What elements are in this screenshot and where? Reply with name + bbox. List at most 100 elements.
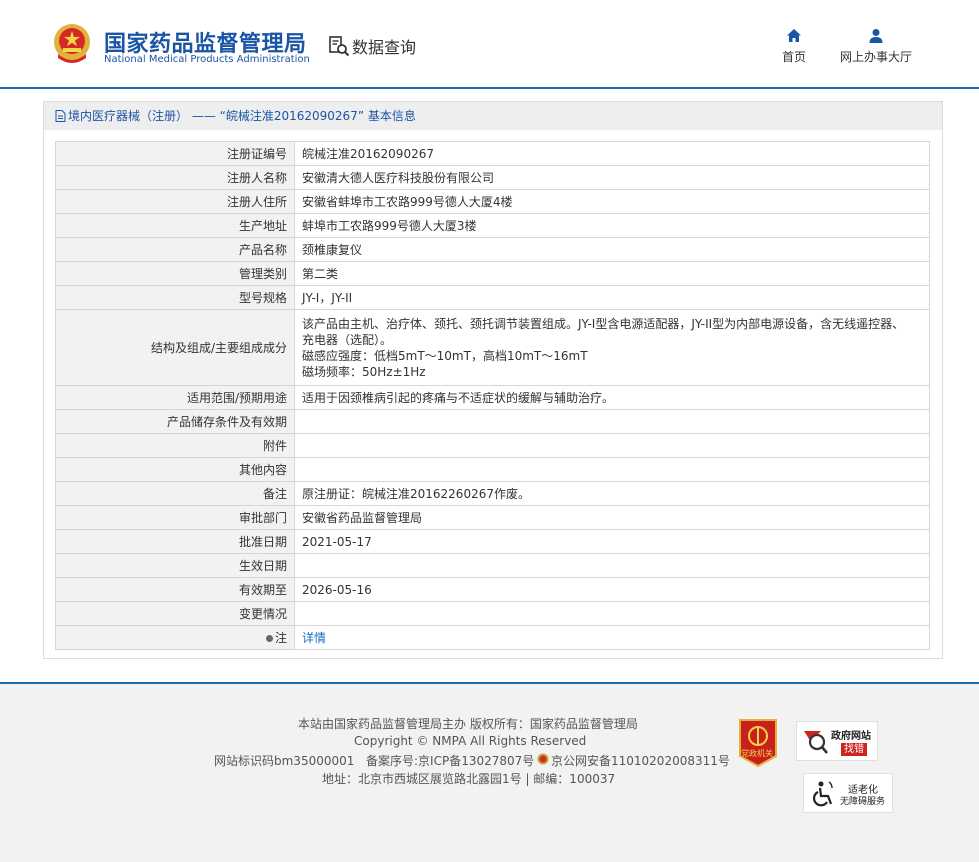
table-row: 生产地址 蚌埠市工农路999号德人大厦3楼 <box>55 213 930 238</box>
party-government-badge[interactable]: 党政机关 <box>738 718 778 768</box>
breadcrumb: 境内医疗器械（注册） —— “皖械注准20162090267” 基本信息 <box>44 102 942 130</box>
header-divider <box>0 87 979 89</box>
note-label-cell: 注 <box>55 625 295 650</box>
national-emblem-icon <box>54 24 90 63</box>
field-value <box>294 553 930 578</box>
field-value: 颈椎康复仪 <box>294 237 930 262</box>
table-row: 注册人名称 安徽清大德人医疗科技股份有限公司 <box>55 165 930 190</box>
table-row: 注册人住所 安徽省蚌埠市工农路999号德人大厦4楼 <box>55 189 930 214</box>
field-label: 注册人名称 <box>55 165 295 190</box>
data-query-title[interactable]: 数据查询 <box>328 34 416 58</box>
table-row: 变更情况 <box>55 601 930 626</box>
table-row: 注 详情 <box>55 625 930 650</box>
data-search-icon <box>329 36 350 57</box>
user-icon <box>869 29 883 43</box>
footer-sponsor: 本站由国家药品监督管理局主办 版权所有：国家药品监督管理局 <box>298 717 638 731</box>
accessibility-badge[interactable]: 适老化 无障碍服务 <box>803 773 893 813</box>
gov-website-error-badge[interactable]: 政府网站 找错 <box>796 721 878 761</box>
site-header: 国家药品监督管理局 National Medical Products Admi… <box>0 0 979 89</box>
structure-line: 磁感应强度：低档5mT～10mT，高档10mT～16mT <box>302 348 588 363</box>
footer-address: 地址：北京市西城区展览路北露园1号 | 邮编：100037 <box>322 772 616 786</box>
table-row: 有效期至 2026-05-16 <box>55 577 930 602</box>
site-footer: 本站由国家药品监督管理局主办 版权所有：国家药品监督管理局 Copyright … <box>0 684 979 862</box>
field-value: 安徽省药品监督管理局 <box>294 505 930 530</box>
field-value: 2026-05-16 <box>294 577 930 602</box>
field-label: 变更情况 <box>55 601 295 626</box>
field-label: 生效日期 <box>55 553 295 578</box>
field-value: JY-I，JY-II <box>294 285 930 310</box>
table-row: 适用范围/预期用途 适用于因颈椎病引起的疼痛与不适症状的缓解与辅助治疗。 <box>55 385 930 410</box>
field-label: 有效期至 <box>55 577 295 602</box>
field-label: 附件 <box>55 433 295 458</box>
field-value: 2021-05-17 <box>294 529 930 554</box>
field-label: 审批部门 <box>55 505 295 530</box>
field-label: 注 <box>274 630 287 645</box>
field-label: 型号规格 <box>55 285 295 310</box>
structure-line: 充电器（选配）。 <box>302 332 393 347</box>
wheelchair-icon <box>813 781 833 807</box>
field-value: 皖械注准20162090267 <box>294 141 930 166</box>
table-row: 备注 原注册证：皖械注准20162260267作废。 <box>55 481 930 506</box>
field-value <box>294 601 930 626</box>
field-value: 第二类 <box>294 261 930 286</box>
police-emblem-icon <box>537 753 549 765</box>
table-row: 其他内容 <box>55 457 930 482</box>
field-value: 安徽省蚌埠市工农路999号德人大厦4楼 <box>294 189 930 214</box>
accessibility-badge-sub: 无障碍服务 <box>840 797 886 807</box>
party-emblem-icon <box>739 719 777 768</box>
field-label: 其他内容 <box>55 457 295 482</box>
structure-line: 该产品由主机、治疗体、颈托、颈托调节装置组成。JY-I型含电源适配器，JY-II… <box>302 316 905 331</box>
registration-info-table: 注册证编号 皖械注准20162090267 注册人名称 安徽清大德人医疗科技股份… <box>55 141 930 650</box>
document-icon <box>55 110 66 122</box>
table-row: 产品储存条件及有效期 <box>55 409 930 434</box>
table-row: 注册证编号 皖械注准20162090267 <box>55 141 930 166</box>
breadcrumb-text: 境内医疗器械（注册） —— “皖械注准20162090267” 基本信息 <box>68 109 416 123</box>
table-row: 批准日期 2021-05-17 <box>55 529 930 554</box>
table-row: 结构及组成/主要组成成分 该产品由主机、治疗体、颈托、颈托调节装置组成。JY-I… <box>55 309 930 386</box>
footer-police-link[interactable]: 京公网安备11010202008311号 <box>551 752 730 769</box>
table-row: 生效日期 <box>55 553 930 578</box>
details-link[interactable]: 详情 <box>302 631 326 645</box>
field-label: 批准日期 <box>55 529 295 554</box>
field-value: 详情 <box>294 625 930 650</box>
table-row: 管理类别 第二类 <box>55 261 930 286</box>
detail-panel: 境内医疗器械（注册） —— “皖械注准20162090267” 基本信息 注册证… <box>43 101 943 659</box>
field-label: 适用范围/预期用途 <box>55 385 295 410</box>
field-label: 产品储存条件及有效期 <box>55 409 295 434</box>
field-label: 管理类别 <box>55 261 295 286</box>
nav-home-label: 首页 <box>782 50 807 64</box>
magnifier-error-icon <box>804 731 828 754</box>
gov-badge-action: 找错 <box>841 743 867 756</box>
table-row: 产品名称 颈椎康复仪 <box>55 237 930 262</box>
field-value: 该产品由主机、治疗体、颈托、颈托调节装置组成。JY-I型含电源适配器，JY-II… <box>294 309 930 386</box>
field-label: 结构及组成/主要组成成分 <box>55 309 295 386</box>
brand-name-en: National Medical Products Administration <box>104 54 310 65</box>
home-icon <box>787 29 801 42</box>
field-label: 生产地址 <box>55 213 295 238</box>
gov-badge-title: 政府网站 <box>831 731 871 742</box>
structure-line: 磁场频率：50Hz±1Hz <box>302 364 426 379</box>
party-badge-text: 党政机关 <box>741 749 773 758</box>
footer-site-id: 网站标识码bm35000001 <box>214 754 355 768</box>
nav-online-service-label: 网上办事大厅 <box>840 50 913 64</box>
field-label: 产品名称 <box>55 237 295 262</box>
field-value: 原注册证：皖械注准20162260267作废。 <box>294 481 930 506</box>
field-value: 安徽清大德人医疗科技股份有限公司 <box>294 165 930 190</box>
field-value: 适用于因颈椎病引起的疼痛与不适症状的缓解与辅助治疗。 <box>294 385 930 410</box>
table-row: 型号规格 JY-I，JY-II <box>55 285 930 310</box>
data-query-label: 数据查询 <box>352 38 417 57</box>
field-value <box>294 409 930 434</box>
nav-online-service[interactable]: 网上办事大厅 <box>840 28 912 65</box>
table-row: 审批部门 安徽省药品监督管理局 <box>55 505 930 530</box>
footer-icp-link[interactable]: 备案序号:京ICP备13027807号 <box>366 752 534 769</box>
note-bullet-icon <box>265 634 273 642</box>
nav-home[interactable]: 首页 <box>782 28 806 65</box>
footer-copyright: Copyright © NMPA All Rights Reserved <box>354 734 587 748</box>
field-label: 注册证编号 <box>55 141 295 166</box>
field-label: 注册人住所 <box>55 189 295 214</box>
field-value <box>294 457 930 482</box>
field-label: 备注 <box>55 481 295 506</box>
field-value: 蚌埠市工农路999号德人大厦3楼 <box>294 213 930 238</box>
table-row: 附件 <box>55 433 930 458</box>
field-value <box>294 433 930 458</box>
